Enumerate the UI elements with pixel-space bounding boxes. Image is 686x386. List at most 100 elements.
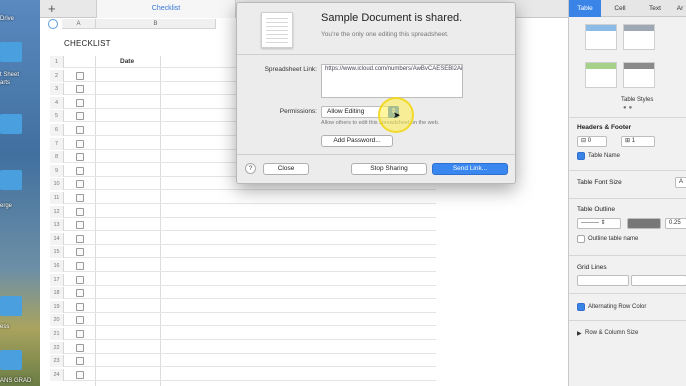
- checklist-checkbox[interactable]: [76, 180, 84, 189]
- table-row[interactable]: 24: [50, 368, 436, 381]
- outline-table-name-checkbox[interactable]: [577, 235, 585, 243]
- checklist-checkbox[interactable]: [76, 126, 84, 134]
- checklist-checkbox[interactable]: [76, 357, 84, 366]
- add-password-button[interactable]: Add Password...: [321, 135, 393, 147]
- checklist-checkbox[interactable]: [76, 302, 84, 311]
- row-number[interactable]: 17: [50, 273, 64, 286]
- row-number[interactable]: 22: [50, 341, 64, 354]
- checklist-checkbox[interactable]: [76, 71, 84, 80]
- select-all-circle[interactable]: [48, 19, 58, 29]
- row-number[interactable]: 2: [50, 69, 64, 82]
- outline-color-well[interactable]: [627, 218, 661, 229]
- row-number[interactable]: 3: [50, 83, 64, 96]
- spreadsheet-link-field[interactable]: https://www.icloud.com/numbers/AwBvCAESE…: [321, 64, 463, 98]
- grid-lines-buttons[interactable]: [631, 275, 686, 286]
- grid-lines-buttons[interactable]: [577, 275, 629, 286]
- table-row[interactable]: 11: [50, 192, 436, 204]
- tab-table[interactable]: Table: [569, 0, 601, 17]
- table-row[interactable]: 15: [50, 246, 436, 259]
- table-row[interactable]: 18: [50, 287, 436, 300]
- checklist-checkbox[interactable]: [76, 370, 84, 379]
- checklist-checkbox[interactable]: [76, 316, 84, 325]
- table-style-thumb[interactable]: [585, 24, 617, 50]
- checklist-checkbox[interactable]: [76, 207, 84, 216]
- alternating-row-color-checkbox[interactable]: [577, 303, 585, 311]
- row-column-size-label[interactable]: Row & Column Size: [585, 330, 638, 336]
- row-number[interactable]: 24: [50, 368, 64, 381]
- send-link-button[interactable]: Send Link...: [432, 163, 508, 175]
- header-columns-stepper[interactable]: ⊞ 1: [621, 136, 655, 147]
- table-row[interactable]: 19: [50, 300, 436, 313]
- stop-sharing-button[interactable]: Stop Sharing: [351, 163, 427, 175]
- checklist-checkbox[interactable]: [76, 275, 84, 284]
- row-number[interactable]: 5: [50, 110, 64, 123]
- add-sheet-icon[interactable]: +: [48, 1, 56, 16]
- table-row[interactable]: 16: [50, 260, 436, 272]
- desktop-file-icon[interactable]: [0, 42, 22, 62]
- row-number[interactable]: 9: [50, 164, 64, 177]
- checklist-checkbox[interactable]: [76, 85, 84, 94]
- table-row[interactable]: 21: [50, 328, 436, 340]
- permissions-label: Permissions:: [279, 108, 317, 115]
- desktop-file-icon[interactable]: [0, 170, 22, 190]
- checklist-checkbox[interactable]: [76, 262, 84, 270]
- row-number[interactable]: 4: [50, 96, 64, 109]
- row-number[interactable]: 10: [50, 178, 64, 191]
- checklist-checkbox[interactable]: [76, 112, 84, 121]
- tab-text[interactable]: Text: [641, 0, 669, 17]
- disclosure-triangle-icon[interactable]: ▶: [577, 330, 582, 337]
- font-size-button[interactable]: A: [675, 177, 686, 188]
- checklist-checkbox[interactable]: [76, 221, 84, 230]
- checklist-checkbox[interactable]: [76, 139, 84, 148]
- help-button[interactable]: ?: [245, 163, 256, 174]
- tab-arrange[interactable]: Ar: [673, 0, 686, 17]
- checklist-checkbox[interactable]: [76, 166, 84, 175]
- row-number[interactable]: 7: [50, 137, 64, 150]
- row-number[interactable]: 12: [50, 205, 64, 218]
- checklist-checkbox[interactable]: [76, 153, 84, 162]
- desktop-file-icon[interactable]: [0, 114, 22, 134]
- checklist-checkbox[interactable]: [76, 248, 84, 257]
- row-number[interactable]: 1: [50, 56, 64, 68]
- row-number[interactable]: 20: [50, 314, 64, 327]
- table-row[interactable]: 14: [50, 232, 436, 245]
- row-number[interactable]: 8: [50, 151, 64, 164]
- desktop-file-icon[interactable]: [0, 296, 22, 316]
- row-number[interactable]: 6: [50, 124, 64, 136]
- table-row[interactable]: 13: [50, 219, 436, 232]
- table-name-checkbox[interactable]: [577, 152, 585, 160]
- row-number[interactable]: 14: [50, 232, 64, 245]
- column-header-a[interactable]: A: [62, 19, 96, 29]
- checklist-checkbox[interactable]: [76, 98, 84, 107]
- row-number[interactable]: 18: [50, 287, 64, 300]
- table-style-thumb[interactable]: [623, 24, 655, 50]
- table-row[interactable]: 23: [50, 355, 436, 368]
- tab-cell[interactable]: Cell: [605, 0, 635, 17]
- row-number[interactable]: 19: [50, 300, 64, 313]
- table-row[interactable]: 20: [50, 314, 436, 327]
- checklist-checkbox[interactable]: [76, 289, 84, 298]
- checklist-checkbox[interactable]: [76, 343, 84, 352]
- header-rows-stepper[interactable]: ⊟ 0: [577, 136, 607, 147]
- outline-width-field[interactable]: 0.25: [665, 218, 686, 229]
- page-dots-icon[interactable]: ●●: [623, 105, 634, 111]
- sheet-tab-checklist[interactable]: Checklist: [96, 0, 236, 18]
- table-style-thumb[interactable]: [585, 62, 617, 88]
- desktop-file-icon[interactable]: [0, 350, 22, 370]
- column-header-b[interactable]: B: [96, 19, 216, 29]
- row-number[interactable]: 16: [50, 260, 64, 272]
- close-button[interactable]: Close: [263, 163, 309, 175]
- table-row[interactable]: 22: [50, 341, 436, 354]
- checklist-checkbox[interactable]: [76, 234, 84, 243]
- row-number[interactable]: 21: [50, 328, 64, 340]
- table-row[interactable]: 17: [50, 273, 436, 286]
- row-number[interactable]: 13: [50, 219, 64, 232]
- row-number[interactable]: 23: [50, 355, 64, 368]
- row-number[interactable]: 15: [50, 246, 64, 259]
- checklist-checkbox[interactable]: [76, 330, 84, 338]
- checklist-checkbox[interactable]: [76, 194, 84, 202]
- table-style-thumb[interactable]: [623, 62, 655, 88]
- outline-style-select[interactable]: ——— ⇕: [577, 218, 621, 229]
- row-number[interactable]: 11: [50, 192, 64, 204]
- table-row[interactable]: 12: [50, 205, 436, 218]
